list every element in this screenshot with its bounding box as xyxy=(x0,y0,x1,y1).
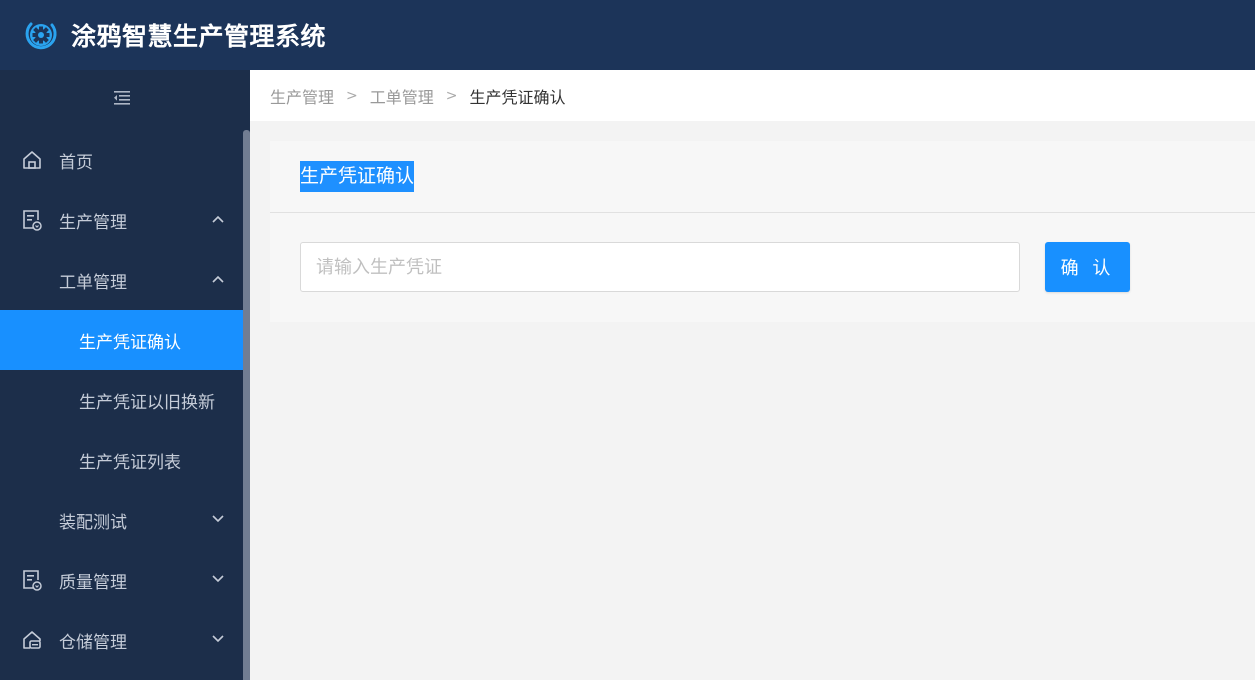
sidebar-item-label: 生产凭证列表 xyxy=(79,452,181,473)
chevron-down-icon xyxy=(211,572,225,586)
sidebar-item-label: 生产凭证以旧换新 xyxy=(79,392,215,413)
breadcrumb-item-work-orders[interactable]: 工单管理 xyxy=(370,84,434,108)
app-header: 涂鸦智慧生产管理系统 xyxy=(0,0,1255,70)
logo-icon xyxy=(23,17,59,53)
confirm-button[interactable]: 确 认 xyxy=(1045,242,1130,292)
sidebar-item-label: 生产凭证确认 xyxy=(79,332,181,353)
sidebar-collapse-button[interactable] xyxy=(0,70,243,130)
sidebar-item-assembly-test[interactable]: 装配测试 xyxy=(0,490,243,550)
warehouse-icon xyxy=(21,629,43,651)
breadcrumb-separator: > xyxy=(346,87,358,104)
document-check-icon xyxy=(21,209,43,231)
breadcrumb: 生产管理 > 工单管理 > 生产凭证确认 xyxy=(250,70,1255,121)
voucher-confirm-card: 生产凭证确认 确 认 xyxy=(270,141,1255,322)
chevron-up-icon xyxy=(211,212,225,226)
sidebar-item-label: 生产管理 xyxy=(59,212,127,233)
breadcrumb-separator: > xyxy=(445,87,458,104)
card-title: 生产凭证确认 xyxy=(300,161,415,192)
sidebar-item-quality[interactable]: 质量管理 xyxy=(0,550,243,610)
sidebar-item-home[interactable]: 首页 xyxy=(0,130,243,190)
chevron-down-icon xyxy=(211,512,225,526)
home-icon xyxy=(21,149,43,171)
chevron-down-icon xyxy=(211,632,225,646)
sidebar-scrollbar[interactable] xyxy=(243,130,250,680)
breadcrumb-item-production[interactable]: 生产管理 xyxy=(270,84,334,108)
sidebar-item-label: 装配测试 xyxy=(59,512,127,533)
sidebar-item-warehouse[interactable]: 仓储管理 xyxy=(0,610,243,670)
document-check-icon xyxy=(21,569,43,591)
card-header: 生产凭证确认 xyxy=(270,141,1255,213)
voucher-input[interactable] xyxy=(300,242,1020,292)
card-body: 确 认 xyxy=(270,213,1255,322)
sidebar-item-production[interactable]: 生产管理 xyxy=(0,190,243,250)
menu-fold-icon xyxy=(113,90,131,110)
sidebar-item-label: 首页 xyxy=(59,152,93,173)
app-title: 涂鸦智慧生产管理系统 xyxy=(71,22,327,51)
sidebar-item-label: 仓储管理 xyxy=(59,632,127,653)
sidebar-item-voucher-confirm[interactable]: 生产凭证确认 xyxy=(0,310,243,370)
sidebar-item-work-orders[interactable]: 工单管理 xyxy=(0,250,243,310)
sidebar-item-voucher-trade-in[interactable]: 生产凭证以旧换新 xyxy=(0,370,243,430)
sidebar-menu: 首页 生产管理 工单管理 生产凭证确认 生产凭证以旧换新 生产凭证列表 装配测试… xyxy=(0,130,243,670)
chevron-up-icon xyxy=(211,272,225,286)
breadcrumb-item-current: 生产凭证确认 xyxy=(469,87,566,107)
sidebar-item-label: 质量管理 xyxy=(59,572,127,593)
sidebar: 首页 生产管理 工单管理 生产凭证确认 生产凭证以旧换新 生产凭证列表 装配测试… xyxy=(0,70,250,680)
sidebar-item-label: 工单管理 xyxy=(59,272,127,293)
sidebar-item-voucher-list[interactable]: 生产凭证列表 xyxy=(0,430,243,490)
